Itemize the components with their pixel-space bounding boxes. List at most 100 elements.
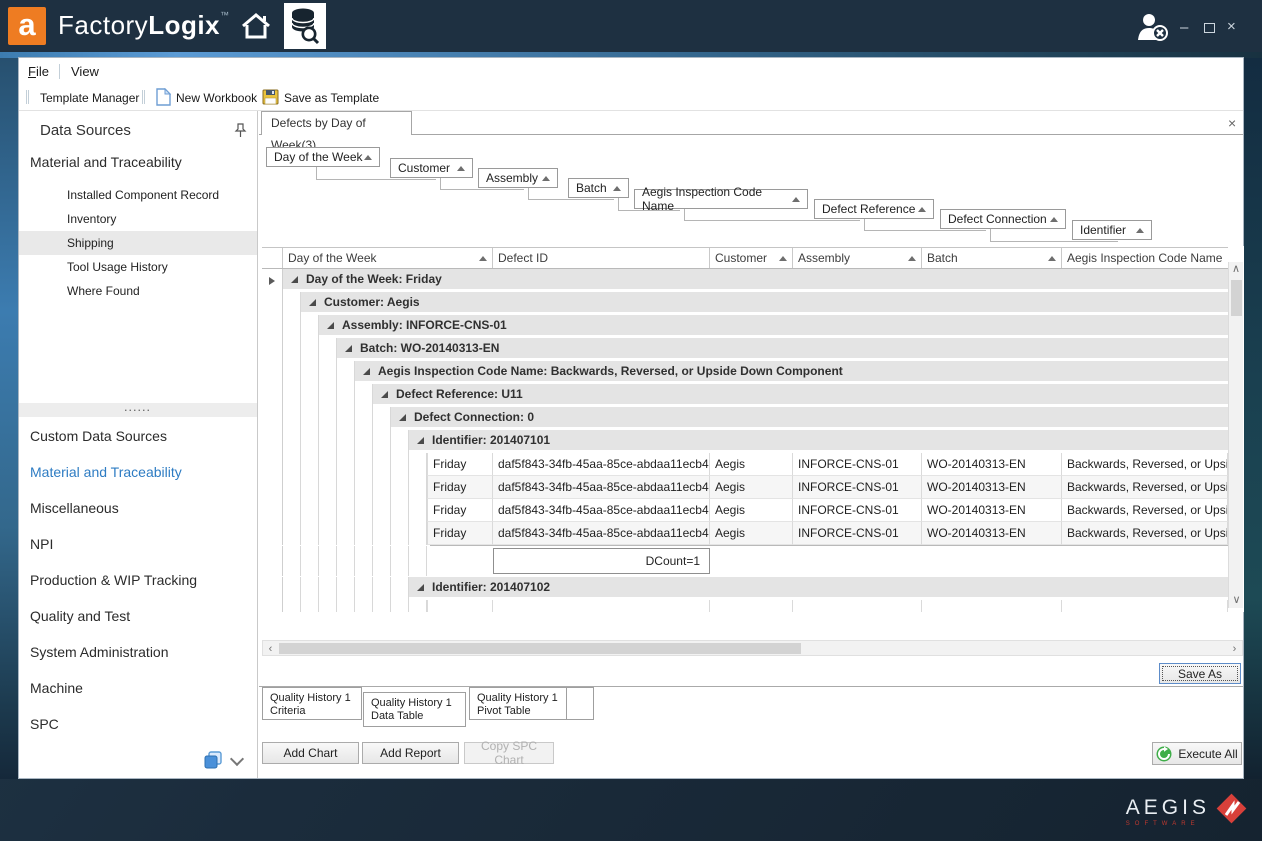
column-header-day-of-the-week[interactable]: Day of the Week <box>283 248 493 268</box>
table-row[interactable]: Friday daf5f843-34fb-45aa-85ce-abdaa11ec… <box>262 522 1228 545</box>
scroll-right-icon[interactable]: › <box>1227 642 1242 656</box>
category-quality-and-test[interactable]: Quality and Test <box>30 608 130 624</box>
group-row-identifier[interactable]: Identifier: 201407101 <box>262 430 1228 453</box>
column-header-customer[interactable]: Customer <box>710 248 793 268</box>
category-machine[interactable]: Machine <box>30 680 83 696</box>
sort-asc-icon <box>1136 228 1144 233</box>
category-npi[interactable]: NPI <box>30 536 53 552</box>
sidebar-item-shipping-selected[interactable]: Shipping <box>19 231 257 255</box>
data-sources-panel-title: Data Sources <box>40 122 131 139</box>
data-analysis-tool-button[interactable] <box>284 3 326 49</box>
group-field-defect-reference[interactable]: Defect Reference <box>814 199 934 219</box>
column-header-batch[interactable]: Batch <box>922 248 1062 268</box>
group-field-aegis-inspection-code-name[interactable]: Aegis Inspection Code Name <box>634 189 808 209</box>
toolbar-grip <box>142 90 145 104</box>
vertical-scrollbar[interactable]: ∧ ∨ <box>1228 262 1243 608</box>
group-row-defect-connection[interactable]: Defect Connection: 0 <box>262 407 1228 430</box>
group-row-defect-reference[interactable]: Defect Reference: U11 <box>262 384 1228 407</box>
home-icon[interactable] <box>240 12 272 43</box>
group-row-identifier-next[interactable]: Identifier: 201407102 <box>262 577 1228 600</box>
save-as-template-icon <box>262 89 279 108</box>
view-tab-data-table-active[interactable]: Quality History 1 Data Table <box>363 692 466 727</box>
sort-asc-icon <box>908 256 916 261</box>
pin-icon[interactable] <box>234 123 247 141</box>
column-header-assembly[interactable]: Assembly <box>793 248 922 268</box>
sort-asc-icon <box>792 197 800 202</box>
scroll-left-icon[interactable]: ‹ <box>263 642 278 656</box>
table-row[interactable]: Friday daf5f843-34fb-45aa-85ce-abdaa11ec… <box>262 453 1228 476</box>
menu-view[interactable]: View <box>71 64 99 79</box>
document-tab-defects-by-day-of-week[interactable]: Defects by Day of Week(3) <box>261 111 412 135</box>
group-field-identifier[interactable]: Identifier <box>1072 220 1152 240</box>
sidebar-item-installed-component-record[interactable]: Installed Component Record <box>19 183 257 207</box>
view-tab-new[interactable] <box>566 687 594 720</box>
save-as-button[interactable]: Save As <box>1159 663 1241 684</box>
collapse-group-icon[interactable] <box>417 437 424 444</box>
group-field-day-of-the-week[interactable]: Day of the Week <box>266 147 380 167</box>
category-spc[interactable]: SPC <box>30 716 59 732</box>
aegis-a-logo: a <box>8 7 46 45</box>
copy-spc-chart-button[interactable]: Copy SPC Chart <box>464 742 554 764</box>
save-as-template-button[interactable]: Save as Template <box>284 91 379 105</box>
add-report-button[interactable]: Add Report <box>362 742 459 764</box>
group-row-day-of-week[interactable]: Day of the Week: Friday <box>262 269 1228 292</box>
group-field-defect-connection[interactable]: Defect Connection <box>940 209 1066 229</box>
sidebar-item-tool-usage-history[interactable]: Tool Usage History <box>19 255 257 279</box>
view-tab-criteria[interactable]: Quality History 1 Criteria <box>262 687 362 720</box>
category-custom-data-sources[interactable]: Custom Data Sources <box>30 428 167 444</box>
grid-header-row: Day of the Week Defect ID Customer Assem… <box>262 247 1228 269</box>
logout-user-icon[interactable] <box>1136 12 1170 45</box>
sidebar-item-inventory[interactable]: Inventory <box>19 207 257 231</box>
focused-row-arrow-icon <box>269 277 275 285</box>
group-field-customer[interactable]: Customer <box>390 158 473 178</box>
collapse-group-icon[interactable] <box>345 345 352 352</box>
close-window-button[interactable]: × <box>1227 19 1236 34</box>
horizontal-scrollbar-thumb[interactable] <box>279 643 801 654</box>
add-chart-button[interactable]: Add Chart <box>262 742 359 764</box>
sidebar-item-where-found[interactable]: Where Found <box>19 279 257 303</box>
group-summary-row: DCount=1 <box>262 546 1228 576</box>
collapse-group-icon[interactable] <box>309 299 316 306</box>
sidebar-splitter[interactable]: ...... <box>19 403 257 417</box>
menu-separator <box>59 64 60 79</box>
sidebar-group-title[interactable]: Material and Traceability <box>30 154 182 170</box>
group-field-batch[interactable]: Batch <box>568 178 629 198</box>
group-row-batch[interactable]: Batch: WO-20140313-EN <box>262 338 1228 361</box>
menu-file[interactable]: File <box>28 64 49 79</box>
vertical-scrollbar-thumb[interactable] <box>1231 280 1242 316</box>
category-miscellaneous[interactable]: Miscellaneous <box>30 500 119 516</box>
group-row-inspection-code[interactable]: Aegis Inspection Code Name: Backwards, R… <box>262 361 1228 384</box>
close-tab-icon[interactable]: × <box>1228 115 1236 131</box>
group-field-assembly[interactable]: Assembly <box>478 168 558 188</box>
window-frame-right <box>1244 58 1262 779</box>
collapse-group-icon[interactable] <box>399 414 406 421</box>
sort-asc-icon <box>918 207 926 212</box>
category-material-and-traceability-active[interactable]: Material and Traceability <box>30 464 182 480</box>
collapse-group-icon[interactable] <box>363 368 370 375</box>
view-tab-pivot-table[interactable]: Quality History 1 Pivot Table <box>469 687 567 720</box>
horizontal-scrollbar[interactable]: ‹ › <box>262 640 1243 656</box>
category-production-wip-tracking[interactable]: Production & WIP Tracking <box>30 572 197 588</box>
new-workbook-button[interactable]: New Workbook <box>176 91 257 105</box>
maximize-button[interactable] <box>1204 23 1215 33</box>
template-manager-button[interactable]: Template Manager <box>40 91 139 105</box>
column-header-defect-id[interactable]: Defect ID <box>493 248 710 268</box>
application-window: a FactoryLogix™ <box>0 0 1262 841</box>
scroll-down-icon[interactable]: ∨ <box>1229 593 1244 607</box>
group-row-assembly[interactable]: Assembly: INFORCE-CNS-01 <box>262 315 1228 338</box>
collapse-group-icon[interactable] <box>417 584 424 591</box>
group-row-customer[interactable]: Customer: Aegis <box>262 292 1228 315</box>
scroll-up-icon[interactable]: ∧ <box>1229 262 1243 277</box>
collapse-group-icon[interactable] <box>327 322 334 329</box>
minimize-button[interactable]: – <box>1180 20 1188 35</box>
execute-all-button[interactable]: Execute All <box>1152 742 1242 765</box>
layers-icon[interactable] <box>203 750 223 773</box>
collapse-group-icon[interactable] <box>291 276 298 283</box>
collapse-group-icon[interactable] <box>381 391 388 398</box>
category-system-administration[interactable]: System Administration <box>30 644 169 660</box>
table-row[interactable]: Friday daf5f843-34fb-45aa-85ce-abdaa11ec… <box>262 499 1228 522</box>
sort-asc-icon <box>1050 217 1058 222</box>
table-row[interactable]: Friday daf5f843-34fb-45aa-85ce-abdaa11ec… <box>262 476 1228 499</box>
column-header-aegis-inspection-code-name[interactable]: Aegis Inspection Code Name <box>1062 248 1228 268</box>
new-workbook-icon <box>156 88 171 109</box>
